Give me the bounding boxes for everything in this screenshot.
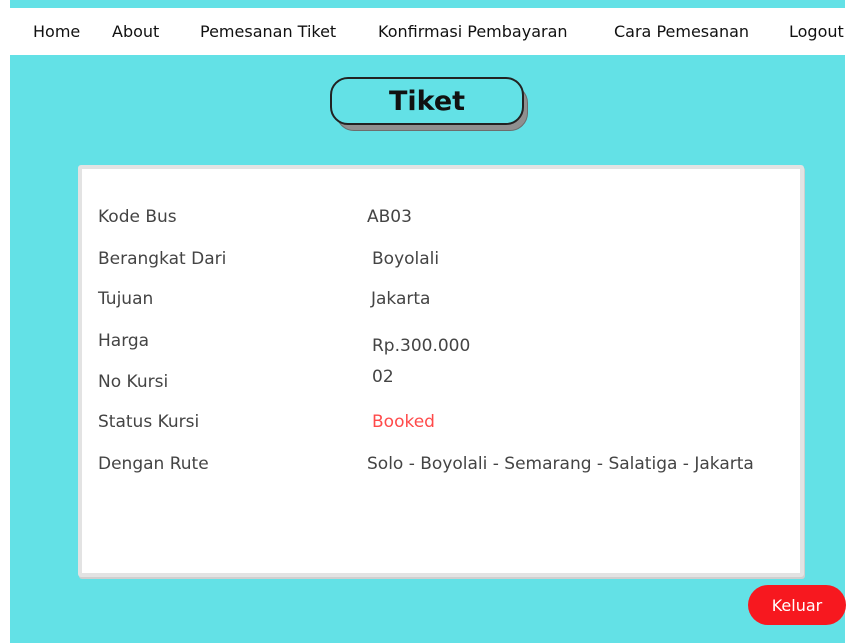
label-tujuan: Tujuan: [98, 289, 154, 309]
value-tujuan: Jakarta: [371, 289, 431, 309]
value-kode-bus: AB03: [367, 207, 412, 227]
label-kode-bus: Kode Bus: [98, 207, 177, 227]
nav-pemesanan-tiket[interactable]: Pemesanan Tiket: [200, 22, 336, 41]
nav-home[interactable]: Home: [33, 22, 80, 41]
value-harga: Rp.300.000: [372, 336, 471, 356]
value-berangkat-dari: Boyolali: [372, 249, 440, 269]
status-badge: Booked: [372, 412, 435, 432]
label-harga: Harga: [98, 331, 150, 351]
value-dengan-rute: Solo - Boyolali - Semarang - Salatiga - …: [367, 454, 754, 474]
main-area: Tiket Kode Bus AB03 Berangkat Dari Boyol…: [10, 55, 846, 643]
label-no-kursi: No Kursi: [98, 372, 169, 392]
page-title: Tiket: [388, 85, 466, 117]
nav-cara-pemesanan[interactable]: Cara Pemesanan: [614, 22, 749, 41]
top-accent-bar: [10, 0, 845, 8]
value-no-kursi: 02: [372, 367, 394, 387]
label-dengan-rute: Dengan Rute: [98, 454, 209, 474]
label-berangkat-dari: Berangkat Dari: [98, 249, 227, 269]
nav-about[interactable]: About: [112, 22, 159, 41]
ticket-card: Kode Bus AB03 Berangkat Dari Boyolali Tu…: [78, 165, 804, 577]
keluar-button[interactable]: Keluar: [748, 585, 846, 625]
title-box: Tiket: [330, 77, 524, 125]
top-navigation: Home About Pemesanan Tiket Konfirmasi Pe…: [0, 8, 854, 55]
nav-logout[interactable]: Logout: [789, 22, 844, 41]
nav-konfirmasi-pembayaran[interactable]: Konfirmasi Pembayaran: [378, 22, 568, 41]
page-title-badge: Tiket: [330, 77, 540, 139]
label-status-kursi: Status Kursi: [98, 412, 200, 432]
